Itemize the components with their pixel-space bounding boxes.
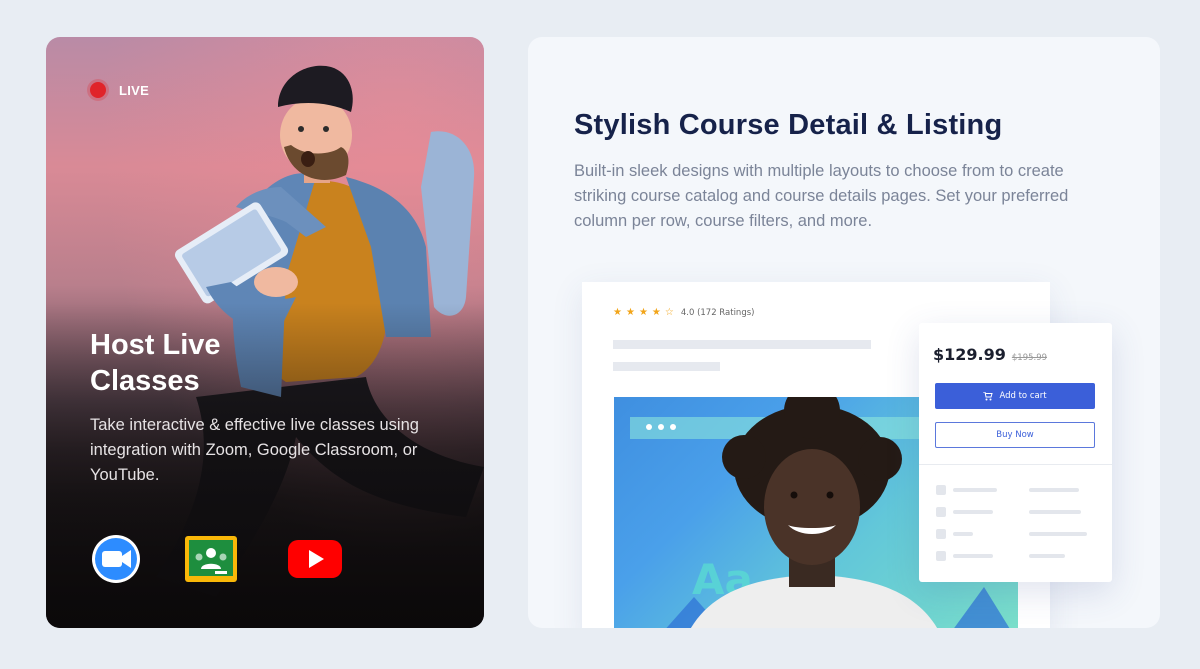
live-title-line-1: Host Live [90, 329, 221, 361]
feature-title: Stylish Course Detail & Listing [574, 109, 1003, 141]
rating-text: 4.0 (172 Ratings) [680, 308, 755, 318]
star-icon: ★ [613, 307, 622, 318]
feature-description: Built-in sleek designs with multiple lay… [574, 162, 1069, 230]
divider [919, 464, 1112, 465]
course-feature-row [936, 507, 1096, 517]
live-label: LIVE [119, 82, 150, 98]
original-price: $195.99 [1011, 353, 1048, 363]
live-record-icon [90, 82, 106, 98]
live-badge: LIVE [90, 82, 149, 98]
live-classes-card: LIVE Host Live Classes Take interactive … [46, 37, 484, 628]
google-classroom-icon [185, 536, 237, 582]
star-icon: ★ [625, 307, 635, 318]
live-card-title: Host Live Classes [90, 327, 350, 399]
live-title-line-2: Classes [90, 365, 200, 397]
buy-now-label: Buy Now [996, 430, 1034, 440]
price-row: $129.99 $195.99 [933, 345, 1047, 364]
rating-row: ★ ★ ★ ★ ☆ 4.0 (172 Ratings) [613, 307, 755, 319]
add-to-cart-button[interactable]: Add to cart [935, 383, 1095, 409]
star-outline-icon: ☆ [664, 307, 674, 318]
course-detail-feature-card: Stylish Course Detail & Listing Built-in… [528, 37, 1160, 628]
live-card-description: Take interactive & effective live classe… [90, 416, 419, 484]
youtube-icon [288, 540, 342, 578]
pricing-panel: $129.99 $195.99 Add to cart Buy Now [919, 323, 1112, 582]
course-feature-row [936, 485, 1096, 495]
subtitle-placeholder [613, 362, 720, 371]
cart-icon [983, 391, 994, 400]
zoom-icon [92, 535, 140, 583]
star-icon: ★ [651, 307, 661, 318]
star-icon: ★ [638, 307, 648, 318]
title-placeholder [613, 340, 871, 349]
course-feature-row [936, 551, 1096, 561]
integration-icons [90, 533, 350, 585]
buy-now-button[interactable]: Buy Now [935, 422, 1095, 448]
add-to-cart-label: Add to cart [999, 391, 1047, 401]
current-price: $129.99 [933, 345, 1006, 364]
course-feature-row [936, 529, 1096, 539]
